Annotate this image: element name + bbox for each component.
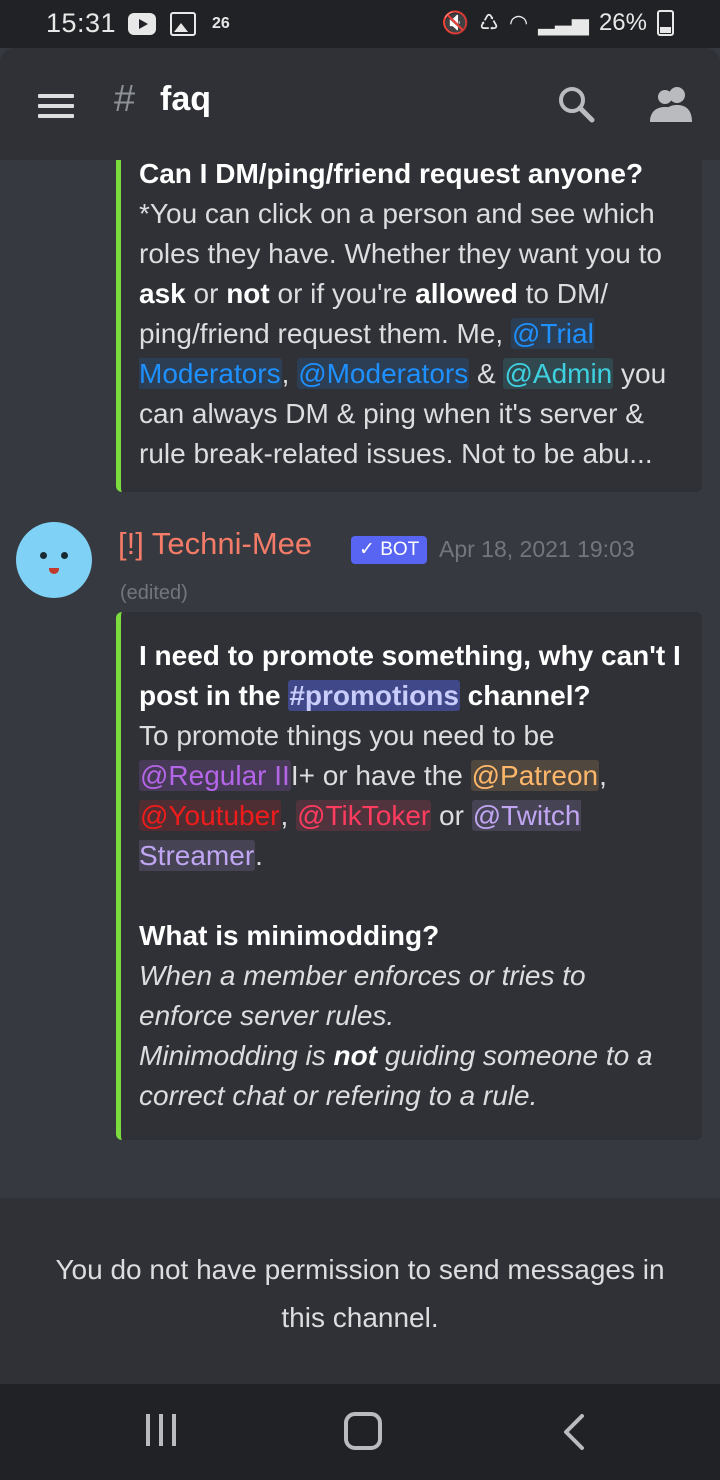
bot-badge: ✓ BOT [351, 536, 428, 564]
battery-icon [657, 10, 674, 36]
channel-hash-icon: # [114, 78, 136, 120]
back-icon[interactable] [556, 1412, 596, 1452]
battery-percent: 26% [598, 9, 647, 36]
embed-title: I need to promote something, why can't I… [139, 640, 681, 711]
role-mention-patreon[interactable]: @Patreon [470, 760, 600, 791]
embed-italic-line: Minimodding is not guiding someone to a … [139, 1040, 653, 1111]
role-mention-admin[interactable]: @Admin [503, 358, 614, 389]
no-permission-notice: You do not have permission to send messa… [55, 1254, 665, 1333]
message-author[interactable]: [!] Techni-Mee [118, 526, 312, 562]
faq-embed-promotions: I need to promote something, why can't I… [116, 612, 702, 1140]
youtube-icon [128, 13, 156, 35]
embed-subtitle: What is minimodding? [139, 920, 440, 951]
battery-saver-icon: ♺ [479, 10, 499, 35]
search-icon[interactable] [556, 84, 596, 124]
role-mention-youtuber[interactable]: @Youtuber [139, 800, 281, 831]
bot-avatar[interactable] [16, 522, 92, 598]
mute-icon: 🔇 [441, 10, 470, 35]
message-input-area: You do not have permission to send messa… [0, 1198, 720, 1384]
signal-icon: ▂▃▅ [538, 10, 589, 35]
notification-count: 26 [212, 15, 230, 32]
embed-description: *You can click on a person and see which… [139, 198, 667, 469]
role-mention-moderators[interactable]: @Moderators [297, 358, 470, 389]
channel-name: faq [160, 80, 211, 118]
home-icon[interactable] [344, 1412, 382, 1450]
role-mention-regular[interactable]: @Regular II [139, 760, 291, 791]
edited-label: (edited) [120, 582, 188, 604]
channel-mention-promotions[interactable]: #promotions [288, 680, 460, 711]
faq-embed-dm: Can I DM/ping/friend request anyone? *Yo… [116, 160, 702, 492]
channel-header: # faq [0, 48, 720, 160]
wifi-icon: ◠ [508, 10, 529, 35]
system-icons: 🔇 ♺ ◠ ▂▃▅ 26% [442, 9, 674, 37]
gallery-icon [170, 12, 196, 36]
embed-title: Can I DM/ping/friend request anyone? [139, 160, 644, 189]
system-nav-bar [0, 1384, 720, 1480]
role-mention-tiktoker[interactable]: @TikToker [296, 800, 432, 831]
message-list[interactable]: Can I DM/ping/friend request anyone? *Yo… [0, 160, 720, 1200]
status-bar: 15:31 26 🔇 ♺ ◠ ▂▃▅ 26% [0, 0, 720, 48]
status-time: 15:31 [46, 8, 117, 38]
notification-icons: 26 [128, 12, 230, 36]
embed-description: To promote things you need to be @Regula… [139, 720, 607, 871]
message-timestamp: Apr 18, 2021 19:03 [439, 536, 635, 562]
members-icon[interactable] [648, 84, 694, 124]
embed-italic-line: When a member enforces or tries to enfor… [139, 960, 586, 1031]
menu-icon[interactable] [38, 94, 74, 118]
recent-apps-icon[interactable] [146, 1414, 176, 1446]
